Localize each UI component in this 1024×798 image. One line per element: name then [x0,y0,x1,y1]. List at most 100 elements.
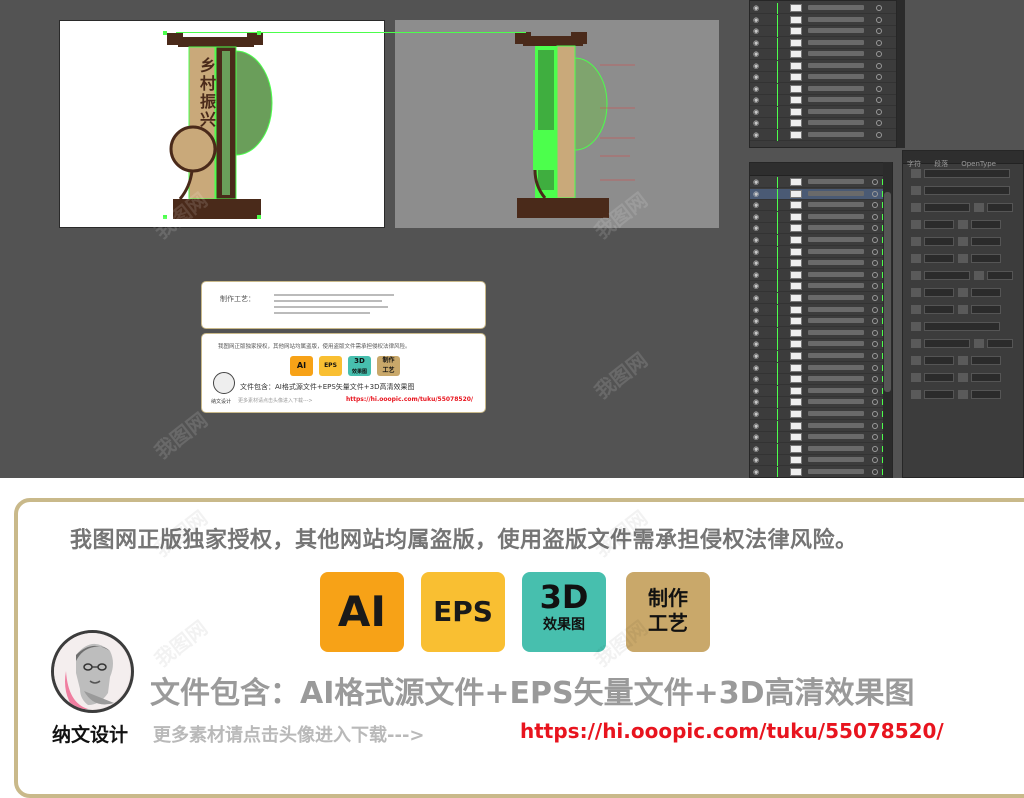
eye-icon[interactable]: ◉ [753,201,759,209]
control-field[interactable] [971,390,1001,399]
layer-name[interactable] [808,341,864,347]
layer-name[interactable] [808,318,864,324]
target-icon[interactable] [872,260,878,267]
target-icon[interactable] [876,131,882,138]
layer-row[interactable]: ◉ [750,316,892,328]
target-icon[interactable] [872,295,878,301]
character-control-row[interactable] [911,390,1005,400]
eye-icon[interactable]: ◉ [753,4,759,12]
character-control-row[interactable] [911,339,1017,349]
eye-icon[interactable]: ◉ [753,422,759,430]
eye-icon[interactable]: ◉ [753,27,759,35]
control-field[interactable] [971,356,1001,365]
layer-row[interactable]: ◉ [750,3,896,14]
layer-name[interactable] [808,411,864,416]
layer-row[interactable]: ◉ [750,60,896,72]
eye-icon[interactable]: ◉ [753,352,759,360]
control-field[interactable] [924,203,970,212]
layer-name[interactable] [808,237,864,242]
layer-row[interactable]: ◉ [750,304,892,316]
eye-icon[interactable]: ◉ [753,445,759,453]
layer-row[interactable]: ◉ [750,26,896,37]
layer-name[interactable] [808,469,864,474]
eye-icon[interactable]: ◉ [753,271,759,279]
control-field[interactable] [924,322,1000,331]
character-control-row[interactable] [911,254,1005,264]
control-field[interactable] [971,254,1001,263]
character-control-row[interactable] [911,220,1005,230]
layer-name[interactable] [808,213,864,219]
eye-icon[interactable]: ◉ [753,282,759,290]
layer-name[interactable] [808,387,864,393]
target-icon[interactable] [876,28,882,34]
tab-opentype[interactable]: OpenType [957,159,1000,169]
layer-name[interactable] [808,457,864,463]
layer-name[interactable] [808,97,864,102]
layers-panel-top[interactable]: ◉ ◉ ◉ ◉ ◉ ◉ ◉ ◉ ◉ ◉ ◉ ◉ [749,0,897,148]
control-field[interactable] [924,237,954,246]
target-icon[interactable] [872,445,878,452]
eye-icon[interactable]: ◉ [753,73,759,81]
target-icon[interactable] [876,97,882,103]
layer-name[interactable] [808,179,864,184]
target-icon[interactable] [872,411,878,417]
eye-icon[interactable]: ◉ [753,119,759,127]
character-control-row[interactable] [911,186,1014,196]
layer-row[interactable]: ◉ [750,200,892,212]
control-field[interactable] [924,390,954,399]
eye-icon[interactable]: ◉ [753,340,759,348]
layer-row[interactable]: ◉ [750,188,892,200]
control-field[interactable] [924,169,1010,178]
layer-row[interactable]: ◉ [750,246,892,258]
control-field[interactable] [924,254,954,263]
layer-row[interactable]: ◉ [750,49,896,60]
layer-name[interactable] [808,85,864,91]
layer-name[interactable] [808,131,864,137]
control-field[interactable] [924,186,1010,195]
layer-row[interactable]: ◉ [750,14,896,26]
layer-name[interactable] [808,399,864,405]
avatar[interactable] [51,630,134,713]
eye-icon[interactable]: ◉ [753,224,759,232]
layer-row[interactable]: ◉ [750,385,892,397]
layer-name[interactable] [808,283,864,289]
eye-icon[interactable]: ◉ [753,190,759,198]
layer-name[interactable] [808,39,864,45]
layer-name[interactable] [808,5,864,10]
character-control-row[interactable] [911,203,1017,213]
layer-row[interactable]: ◉ [750,235,892,246]
layer-row[interactable]: ◉ [750,362,892,374]
target-icon[interactable] [876,16,882,23]
control-field[interactable] [987,339,1013,348]
layer-row[interactable]: ◉ [750,432,892,444]
layer-name[interactable] [808,225,864,231]
character-control-row[interactable] [911,322,1004,332]
eye-icon[interactable]: ◉ [753,317,759,325]
sign-design-side[interactable] [395,20,719,228]
layer-name[interactable] [808,445,864,451]
layer-name[interactable] [808,295,864,300]
eye-icon[interactable]: ◉ [753,108,759,116]
download-link[interactable]: https://hi.ooopic.com/tuku/55078520/ [520,719,944,743]
target-icon[interactable] [876,39,882,46]
target-icon[interactable] [872,469,878,475]
target-icon[interactable] [872,457,878,464]
layer-row[interactable]: ◉ [750,269,892,281]
layer-row[interactable]: ◉ [750,409,892,420]
character-control-row[interactable] [911,373,1005,383]
eye-icon[interactable]: ◉ [753,236,759,244]
layer-row[interactable]: ◉ [750,72,896,83]
control-field[interactable] [971,237,1001,246]
layer-row[interactable]: ◉ [750,351,892,362]
layer-row[interactable]: ◉ [750,467,892,477]
control-field[interactable] [924,220,954,229]
panel-scrollbar[interactable] [897,0,905,148]
eye-icon[interactable]: ◉ [753,329,759,337]
layer-row[interactable]: ◉ [750,83,896,95]
target-icon[interactable] [876,74,882,80]
control-field[interactable] [924,339,970,348]
eye-icon[interactable]: ◉ [753,306,759,314]
eye-icon[interactable]: ◉ [753,85,759,93]
target-icon[interactable] [872,387,878,394]
eye-icon[interactable]: ◉ [753,16,759,24]
